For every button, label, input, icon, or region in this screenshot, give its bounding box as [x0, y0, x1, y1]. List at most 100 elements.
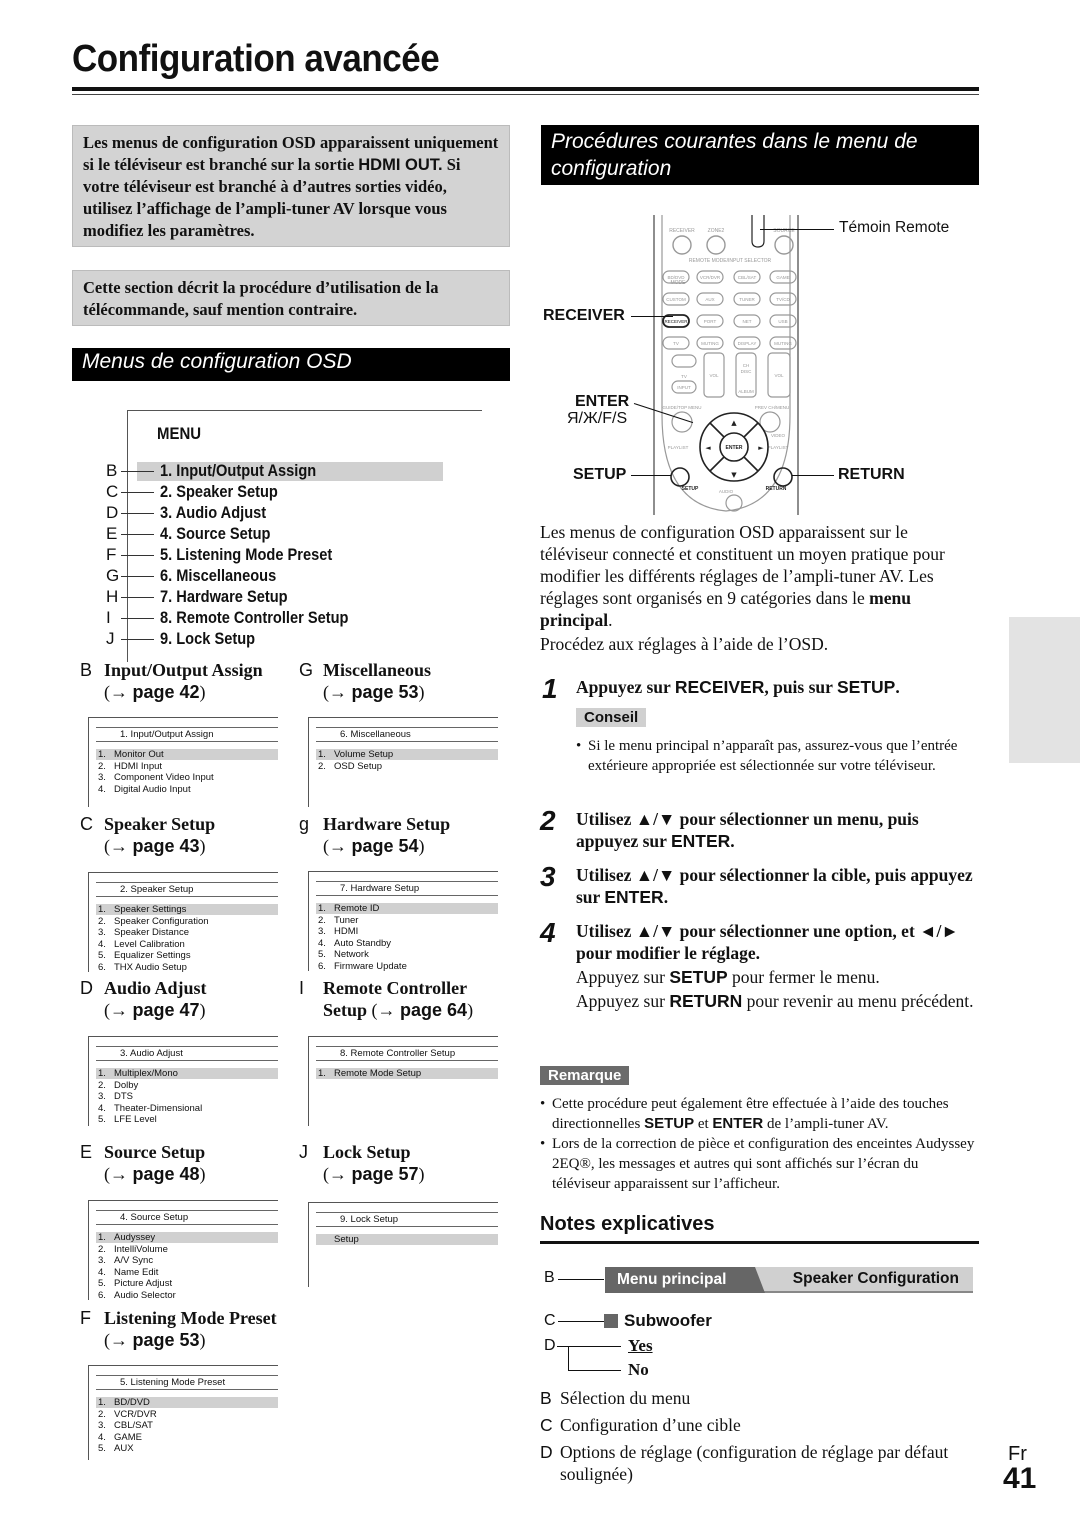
submenu-heading: G Miscellaneous (→ page 53) — [299, 660, 431, 702]
title-line — [316, 1060, 498, 1061]
step-number: 3 — [540, 861, 556, 892]
submenu-item[interactable]: 3. Speaker Distance — [98, 927, 209, 939]
submenu-item[interactable]: 1. Volume Setup — [318, 749, 393, 761]
screen-frame — [88, 1365, 278, 1366]
submenu-item[interactable]: 3. Component Video Input — [98, 772, 214, 784]
callout-letter: I — [106, 608, 111, 627]
submenu-item[interactable]: 3. DTS — [98, 1091, 202, 1103]
submenu-item[interactable]: 5. Equalizer Settings — [98, 950, 209, 962]
screen-frame-left — [308, 871, 309, 971]
callout-letter: J — [106, 629, 115, 648]
submenu-item[interactable]: 3. CBL/SAT — [98, 1420, 157, 1432]
receiver-power-button — [672, 235, 692, 255]
menu-title: MENU — [157, 424, 202, 443]
submenu-item[interactable]: 1. BD/DVD — [98, 1397, 157, 1409]
title-line — [96, 1389, 278, 1390]
submenu-item[interactable]: 4. Name Edit — [98, 1267, 176, 1279]
btn-label-zone2: ZONE2 — [708, 228, 725, 234]
album-label: ALBUM — [738, 389, 754, 394]
submenu-item[interactable]: 2. HDMI Input — [98, 761, 214, 773]
submenu-heading: F Listening Mode Preset (→ page 53) — [80, 1308, 277, 1350]
remote-indicator-led — [751, 215, 765, 248]
callout-letter: F — [106, 545, 117, 564]
page-link[interactable]: page 54 — [352, 836, 419, 856]
submenu-item[interactable]: 2. VCR/DVR — [98, 1409, 157, 1421]
title-line — [96, 896, 278, 897]
step-2-text: Utilisez ▲/▼ pour sélectionner un menu, … — [576, 809, 919, 851]
submenu-items: 1. Multiplex/Mono 2. Dolby 3. DTS 4. Theater-Di… — [98, 1068, 202, 1126]
submenu-name: Hardware Setup — [323, 814, 451, 834]
callout-line — [121, 534, 154, 535]
submenu-item[interactable]: 2. Speaker Configuration — [98, 916, 209, 928]
submenu-item[interactable]: 1. Remote Mode Setup — [318, 1068, 421, 1080]
screen-frame — [88, 1200, 278, 1201]
title-line — [316, 881, 498, 882]
main-menu-item-label: 4. Source Setup — [160, 524, 271, 543]
submenu-item[interactable]: 3. HDMI — [318, 926, 407, 938]
procedures-intro-2: Procédez aux réglages à l’aide de l’OSD. — [540, 634, 829, 654]
page-link[interactable]: page 53 — [352, 682, 419, 702]
legend-text: Configuration d’une cible — [560, 1415, 741, 1435]
screen-frame-left — [308, 717, 309, 807]
submenu-item[interactable]: 5. Picture Adjust — [98, 1278, 176, 1290]
submenu-item[interactable]: 6. Firmware Update — [318, 961, 407, 973]
remarque-bullets: Cette procédure peut également être effe… — [540, 1094, 980, 1194]
submenu-item[interactable]: 1. Monitor Out — [98, 749, 214, 761]
title-line — [96, 1224, 278, 1225]
submenu-item[interactable]: 2. IntelliVolume — [98, 1244, 176, 1256]
submenu-item[interactable]: 3. A/V Sync — [98, 1255, 176, 1267]
step-number: 1 — [542, 673, 558, 704]
submenu-item[interactable]: 5. LFE Level — [98, 1114, 202, 1126]
legend-item: B Sélection du menu — [540, 1387, 960, 1409]
page-link[interactable]: page 47 — [133, 1000, 200, 1020]
page-link[interactable]: page 42 — [133, 682, 200, 702]
submenu-item[interactable]: 2. Dolby — [98, 1080, 202, 1092]
submenu-item[interactable]: 2. Tuner — [318, 915, 407, 927]
title-line — [316, 1226, 498, 1227]
submenu-screen: 8. Remote Controller Setup 1. Remote Mode … — [308, 1036, 498, 1126]
legend-letter: C — [540, 1415, 553, 1435]
remote-button-label: TV/CD — [776, 297, 790, 302]
remarque-bullet: Cette procédure peut également être effe… — [540, 1094, 980, 1134]
submenu-item[interactable]: 4. Level Calibration — [98, 939, 209, 951]
submenu-item[interactable]: 4. GAME — [98, 1432, 157, 1444]
submenu-item[interactable]: 6. THX Audio Setup — [98, 962, 209, 974]
submenu-item[interactable]: Setup — [318, 1234, 359, 1246]
submenu-item[interactable]: 4. Theater-Dimensional — [98, 1103, 202, 1115]
callout-arrows: Я/Ж/F/S — [567, 410, 628, 427]
submenu-name: Miscellaneous — [323, 660, 431, 680]
submenu-item[interactable]: 5. AUX — [98, 1443, 157, 1455]
tv-power-button — [671, 354, 697, 368]
submenu-item[interactable]: 1. Speaker Settings — [98, 904, 209, 916]
submenu-item[interactable]: 5. Network — [318, 949, 407, 961]
submenu-item[interactable]: 6. Audio Selector — [98, 1290, 176, 1302]
callout-line-receiver — [631, 316, 673, 317]
section-letter: B — [80, 660, 93, 680]
note-osd-hdmi: Les menus de configuration OSD apparaiss… — [72, 125, 510, 247]
submenu-item[interactable]: 1. Remote ID — [318, 903, 407, 915]
page-link[interactable]: page 43 — [133, 836, 200, 856]
section-letter: g — [299, 814, 310, 834]
submenu-item[interactable]: 4. Auto Standby — [318, 938, 407, 950]
screen-frame — [88, 872, 278, 873]
page-link[interactable]: page 57 — [352, 1164, 419, 1184]
page-link[interactable]: page 64 — [400, 1000, 467, 1020]
option-no: No — [628, 1360, 649, 1379]
title-line — [96, 741, 278, 742]
ch-label: CH — [743, 363, 750, 368]
page-link[interactable]: page 53 — [133, 1330, 200, 1350]
up-arrow-icon: ▲ — [731, 419, 737, 427]
input-label: INPUT — [677, 385, 691, 390]
return-label: RETURN — [766, 486, 787, 492]
main-menu-item-label: 3. Audio Adjust — [160, 503, 267, 522]
submenu-heading: C Speaker Setup (→ page 43) — [80, 814, 216, 856]
submenu-item[interactable]: 1. Multiplex/Mono — [98, 1068, 202, 1080]
screen-frame-left — [308, 1202, 309, 1287]
submenu-item[interactable]: 2. OSD Setup — [318, 761, 393, 773]
submenu-item[interactable]: 1. Audyssey — [98, 1232, 176, 1244]
main-menu-item-label: 5. Listening Mode Preset — [160, 545, 333, 564]
page-link[interactable]: page 48 — [133, 1164, 200, 1184]
btn-label-receiver: RECEIVER — [669, 228, 695, 234]
submenu-item[interactable]: 4. Digital Audio Input — [98, 784, 214, 796]
screen-frame-left — [88, 1200, 89, 1300]
